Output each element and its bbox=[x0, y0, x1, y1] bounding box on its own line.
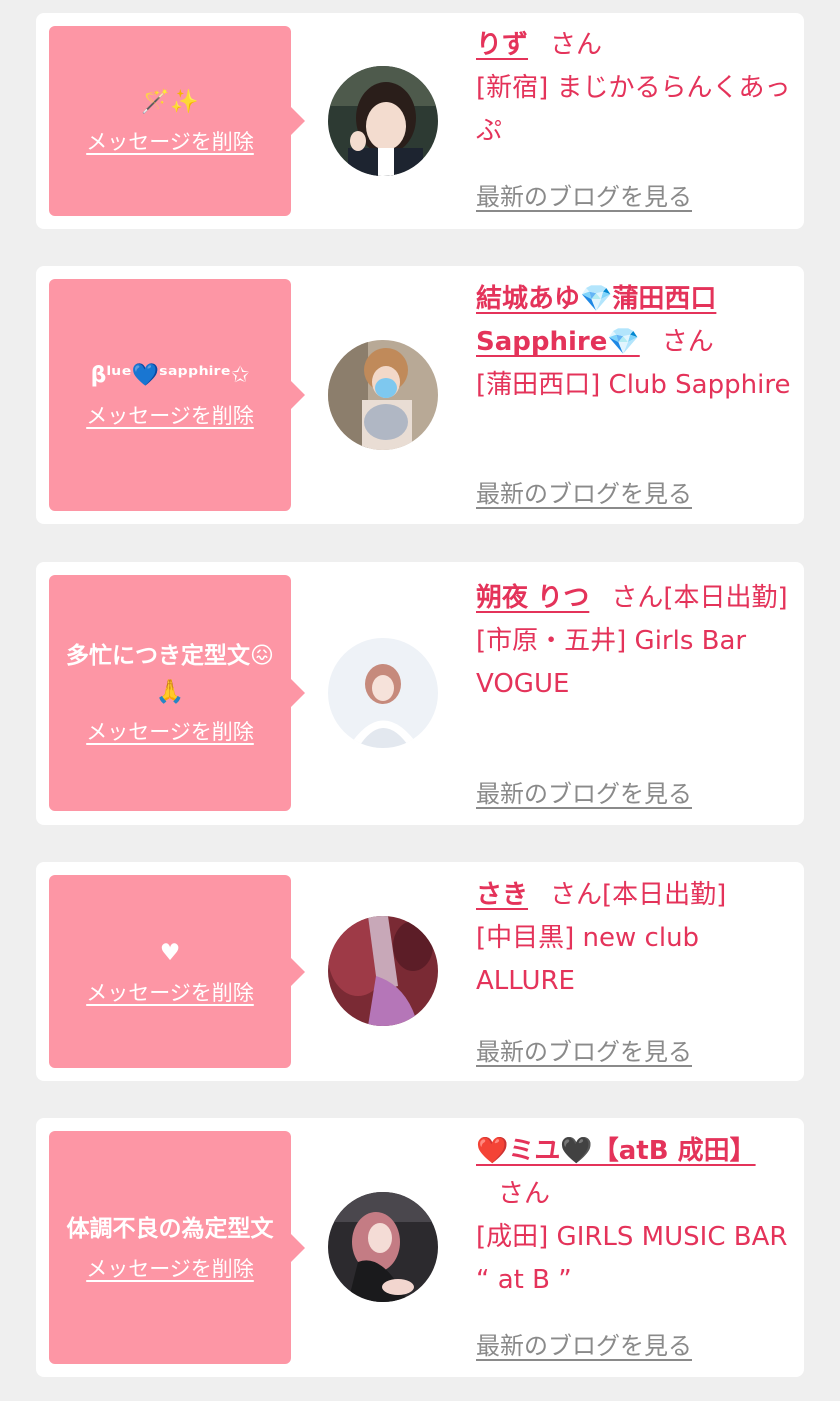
work-status: [本日出勤] bbox=[602, 880, 727, 910]
area-shop: [新宿] まじかるらんくあっぷ bbox=[476, 73, 791, 146]
avatar[interactable] bbox=[328, 916, 438, 1026]
honorific: さん bbox=[498, 1179, 551, 1209]
list-item: 多忙につき定型文😖🙏 メッセージを削除 朔夜 りつ さん[本日出勤] [市原・五井… bbox=[36, 562, 804, 825]
favorites-list: 🪄✨ メッセージを削除 りず さん [新宿] まじかるらんくあっぷ 最新のブログを… bbox=[0, 0, 840, 1401]
avatar[interactable] bbox=[328, 638, 438, 748]
list-item: 🪄✨ メッセージを削除 りず さん [新宿] まじかるらんくあっぷ 最新のブログを… bbox=[36, 13, 804, 229]
honorific: さん bbox=[611, 583, 664, 613]
avatar[interactable] bbox=[328, 340, 438, 450]
area-shop: [蒲田西口] Club Sapphire bbox=[476, 370, 791, 400]
latest-blog-link[interactable]: 最新のブログを見る bbox=[476, 474, 692, 509]
area-shop: [中目黒] new club ALLURE bbox=[476, 923, 700, 996]
list-item: βˡᵘᵉ💙ˢᵃᵖᵖʰⁱʳᵉ✩ メッセージを削除 結城あゆ💎蒲田西口Sapphir… bbox=[36, 266, 804, 524]
delete-message-link[interactable]: メッセージを削除 bbox=[86, 716, 254, 748]
avatar-photo-3-icon bbox=[328, 638, 438, 748]
work-status: [本日出勤] bbox=[663, 583, 788, 613]
cast-info: りず さん [新宿] まじかるらんくあっぷ bbox=[476, 24, 794, 153]
avatar[interactable] bbox=[328, 66, 438, 176]
honorific: さん bbox=[550, 880, 603, 910]
avatar[interactable] bbox=[328, 1192, 438, 1302]
latest-blog-link[interactable]: 最新のブログを見る bbox=[476, 177, 692, 212]
cast-info: ❤️ミユ🖤【atB 成田】さん [成田] GIRLS MUSIC BAR “ a… bbox=[476, 1130, 794, 1302]
cast-name-link[interactable]: りず bbox=[476, 30, 528, 60]
honorific: さん bbox=[550, 30, 603, 60]
cast-name-link[interactable]: ❤️ミユ🖤【atB 成田】 bbox=[476, 1136, 756, 1166]
message-bubble: ♥ メッセージを削除 bbox=[49, 875, 305, 1068]
delete-message-link[interactable]: メッセージを削除 bbox=[86, 126, 254, 158]
message-text: 体調不良の為定型文 bbox=[66, 1215, 274, 1242]
cast-name-link[interactable]: さき bbox=[476, 880, 528, 910]
area-shop: [成田] GIRLS MUSIC BAR “ at B ” bbox=[476, 1222, 788, 1295]
cast-info: さき さん[本日出勤] [中目黒] new club ALLURE bbox=[476, 874, 794, 1003]
message-bubble: 体調不良の為定型文 メッセージを削除 bbox=[49, 1131, 305, 1364]
list-item: 体調不良の為定型文 メッセージを削除 ❤️ミユ🖤【atB 成田】さん [成田] … bbox=[36, 1118, 804, 1377]
avatar-photo-5-icon bbox=[328, 1192, 438, 1302]
avatar-photo-2-icon bbox=[328, 340, 438, 450]
cast-name-link[interactable]: 朔夜 りつ bbox=[476, 583, 589, 613]
honorific: さん bbox=[661, 327, 714, 357]
list-item: ♥ メッセージを削除 さき さん[本日出勤] [中目黒] new club ALL… bbox=[36, 862, 804, 1081]
delete-message-link[interactable]: メッセージを削除 bbox=[86, 977, 254, 1009]
message-text: βˡᵘᵉ💙ˢᵃᵖᵖʰⁱʳᵉ✩ bbox=[90, 363, 250, 388]
message-bubble: βˡᵘᵉ💙ˢᵃᵖᵖʰⁱʳᵉ✩ メッセージを削除 bbox=[49, 279, 305, 511]
area-shop: [市原・五井] Girls Bar VOGUE bbox=[476, 626, 747, 699]
message-text: ♥ bbox=[159, 939, 181, 966]
message-bubble: 多忙につき定型文😖🙏 メッセージを削除 bbox=[49, 575, 305, 811]
latest-blog-link[interactable]: 最新のブログを見る bbox=[476, 1326, 692, 1361]
message-text: 多忙につき定型文😖🙏 bbox=[66, 643, 274, 705]
latest-blog-link[interactable]: 最新のブログを見る bbox=[476, 774, 692, 809]
message-text: 🪄✨ bbox=[141, 89, 199, 115]
avatar-photo-4-icon bbox=[328, 916, 438, 1026]
message-bubble: 🪄✨ メッセージを削除 bbox=[49, 26, 305, 216]
cast-info: 朔夜 りつ さん[本日出勤] [市原・五井] Girls Bar VOGUE bbox=[476, 577, 794, 706]
latest-blog-link[interactable]: 最新のブログを見る bbox=[476, 1032, 692, 1067]
avatar-photo-1-icon bbox=[328, 66, 438, 176]
delete-message-link[interactable]: メッセージを削除 bbox=[86, 400, 254, 432]
cast-info: 結城あゆ💎蒲田西口Sapphire💎 さん [蒲田西口] Club Sapphir… bbox=[476, 278, 794, 407]
delete-message-link[interactable]: メッセージを削除 bbox=[86, 1253, 254, 1285]
